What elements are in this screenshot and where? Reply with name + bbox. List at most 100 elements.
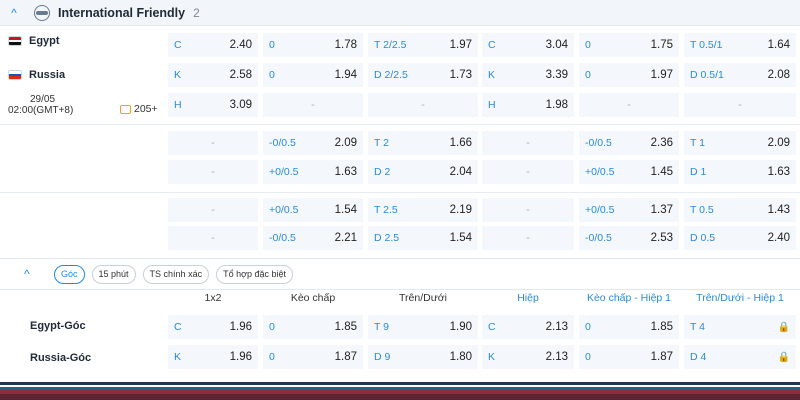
group-divider (0, 124, 800, 125)
odds-cell[interactable]: K 1.96 (168, 345, 258, 369)
odds-line-label: C (488, 321, 496, 333)
collapse-chevron-icon[interactable]: ^ (0, 6, 28, 20)
odds-line-label: T 4 (690, 321, 705, 333)
odds-cell[interactable]: T 0.5 1.43 (684, 198, 796, 222)
odds-cell[interactable]: D 2.5 1.54 (368, 226, 478, 250)
league-header[interactable]: ^ International Friendly 2 (0, 0, 800, 26)
odds-cell[interactable]: D 2/2.5 1.73 (368, 63, 478, 87)
odds-line-label: K (174, 351, 182, 363)
odds-line-label: 0 (269, 39, 275, 51)
odds-cell[interactable]: C 1.96 (168, 315, 258, 339)
odds-cell[interactable]: 0 1.94 (263, 63, 363, 87)
odds-cell[interactable]: D 0.5 2.40 (684, 226, 796, 250)
odds-cell[interactable]: 0 1.87 (263, 345, 363, 369)
odds-cell[interactable]: C 2.40 (168, 33, 258, 57)
odds-value: 1.73 (449, 69, 472, 81)
odds-cell[interactable]: K 3.39 (482, 63, 574, 87)
odds-line-label: +0/0.5 (585, 204, 615, 216)
odds-value: 1.90 (449, 321, 472, 333)
filter-special-combo[interactable]: Tổ hợp đặc biệt (216, 264, 294, 284)
filter-15-minutes[interactable]: 15 phút (91, 264, 136, 284)
odds-cell[interactable]: C 2.13 (482, 315, 574, 339)
odds-cell[interactable]: +0/0.5 1.54 (263, 198, 363, 222)
odds-value: 1.94 (334, 69, 357, 81)
league-logo-icon (34, 4, 50, 21)
odds-value: 2.36 (650, 137, 673, 149)
corner-odds-row: K 1.96 0 1.87 D 9 1.80 K 2.13 0 1.87 D 4 🔒 (0, 343, 800, 371)
odds-cell[interactable]: D 2 2.04 (368, 160, 478, 184)
odds-empty-cell: - (168, 198, 258, 222)
odds-value: 1.85 (334, 321, 357, 333)
odds-line-label: -0/0.5 (269, 137, 296, 149)
odds-cell[interactable]: +0/0.5 1.37 (579, 198, 679, 222)
odds-cell[interactable]: T 2 1.66 (368, 131, 478, 155)
odds-cell[interactable]: K 2.13 (482, 345, 574, 369)
odds-cell[interactable]: D 9 1.80 (368, 345, 478, 369)
odds-line-label: D 0.5/1 (690, 69, 724, 81)
filter-corners[interactable]: Góc (54, 264, 85, 284)
filter-correct-score[interactable]: TS chính xác (142, 264, 210, 284)
odds-cell[interactable]: 0 1.97 (579, 63, 679, 87)
odds-line-label: T 2/2.5 (374, 39, 407, 51)
league-title: International Friendly (58, 5, 186, 20)
odds-line-label: T 1 (690, 137, 705, 149)
odds-cell[interactable]: T 0.5/1 1.64 (684, 33, 796, 57)
odds-cell[interactable]: T 2.5 2.19 (368, 198, 478, 222)
odds-value: 2.13 (545, 321, 568, 333)
lock-icon: 🔒 (777, 321, 790, 333)
collapse-double-chevron-icon[interactable]: ^ (24, 267, 54, 281)
odds-cell[interactable]: -0/0.5 2.36 (579, 131, 679, 155)
odds-value: 1.63 (334, 166, 357, 178)
odds-cell[interactable]: D 0.5/1 2.08 (684, 63, 796, 87)
odds-line-label: D 4 (690, 351, 707, 363)
odds-line-label: D 2/2.5 (374, 69, 408, 81)
odds-cell[interactable]: C 3.04 (482, 33, 574, 57)
odds-value: 3.04 (545, 39, 568, 51)
odds-row: K 2.58 0 1.94 D 2/2.5 1.73 K 3.39 0 1.97 D 0.5/1 2.… (0, 61, 800, 89)
odds-cell[interactable]: +0/0.5 1.63 (263, 160, 363, 184)
odds-empty-cell: - (482, 160, 574, 184)
odds-cell[interactable]: -0/0.5 2.53 (579, 226, 679, 250)
odds-cell[interactable]: 0 1.87 (579, 345, 679, 369)
odds-cell[interactable]: 0 1.78 (263, 33, 363, 57)
odds-line-label: T 0.5 (690, 204, 714, 216)
odds-cell[interactable]: H 3.09 (168, 93, 258, 117)
odds-cell[interactable]: K 2.58 (168, 63, 258, 87)
odds-cell[interactable]: T 1 2.09 (684, 131, 796, 155)
odds-empty-cell: - (168, 131, 258, 155)
odds-cell[interactable]: T 9 1.90 (368, 315, 478, 339)
odds-value: 2.09 (767, 137, 790, 149)
odds-cell[interactable]: +0/0.5 1.45 (579, 160, 679, 184)
odds-value: 2.19 (449, 204, 472, 216)
odds-value: 1.97 (449, 39, 472, 51)
odds-empty-cell: - (482, 131, 574, 155)
odds-line-label: C (174, 321, 182, 333)
odds-cell[interactable]: H 1.98 (482, 93, 574, 117)
odds-line-label: +0/0.5 (269, 166, 299, 178)
odds-row: H 3.09- - H 1.98- - (0, 91, 800, 119)
odds-value: 1.98 (545, 99, 568, 111)
col-header-handicap-h1: Kèo chấp - Hiệp 1 (586, 292, 672, 304)
odds-cell[interactable]: T 2/2.5 1.97 (368, 33, 478, 57)
odds-line-label: C (174, 39, 182, 51)
corner-odds-row: C 1.96 0 1.85 T 9 1.90 C 2.13 0 1.85 T 4 🔒 (0, 313, 800, 341)
odds-value: 1.66 (449, 137, 472, 149)
odds-cell[interactable]: -0/0.5 2.09 (263, 131, 363, 155)
odds-value: 1.96 (229, 321, 252, 333)
odds-empty-cell: - (684, 93, 796, 117)
odds-cell[interactable]: -0/0.5 2.21 (263, 226, 363, 250)
odds-line-label: D 1 (690, 166, 707, 178)
odds-cell[interactable]: 0 1.75 (579, 33, 679, 57)
odds-line-label: 0 (585, 321, 591, 333)
odds-value: 2.53 (650, 232, 673, 244)
odds-row: - +0/0.5 1.54 T 2.5 2.19- +0/0.5 1.37 T 0.5 1.43 (0, 196, 800, 224)
odds-value: 3.39 (545, 69, 568, 81)
odds-line-label: K (488, 351, 496, 363)
league-match-count: 2 (193, 5, 200, 20)
odds-cell[interactable]: 0 1.85 (579, 315, 679, 339)
odds-line-label: +0/0.5 (269, 204, 299, 216)
odds-cell[interactable]: 0 1.85 (263, 315, 363, 339)
odds-cell[interactable]: D 1 1.63 (684, 160, 796, 184)
odds-value: 1.80 (449, 351, 472, 363)
odds-value: 1.97 (650, 69, 673, 81)
